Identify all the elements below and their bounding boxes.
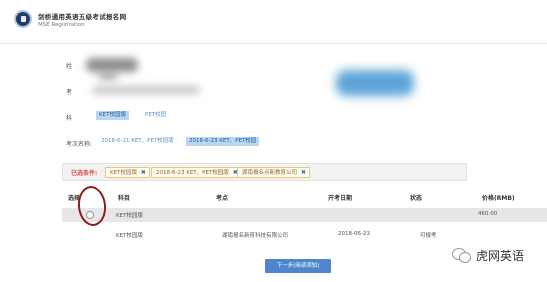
session-label: 考次名称: [66,141,93,148]
filter-chip-subject[interactable]: KET校园版 ✖ [105,167,150,178]
row-site: 湖南报名新育科技有限公司 [222,233,289,239]
row-subject: KET校园版 [116,233,143,239]
filter-bar: 已选条件: KET校园版 ✖ 2018-6-23 KET、PET校园版 ✖ 湖南… [62,163,467,181]
photo-redacted [336,70,414,96]
col-price: 价格(RMB) [482,195,515,202]
site-subtitle: MSE Registration [38,22,85,28]
filter-chip-text: 2018-6-23 KET、PET校园版 [156,170,229,176]
name-redacted [86,58,138,72]
subject-label: 科 [66,115,73,122]
row-date: 2018-06-23 [338,231,370,237]
watermark-text: 虎网英语 [476,249,525,263]
table-row[interactable]: KET校园版 460.00 [62,208,547,222]
site-logo-icon [14,10,32,28]
id-redacted [92,86,200,94]
id-label: 考 [66,89,73,96]
col-date: 开考日期 [328,195,353,202]
subject-option-pet[interactable]: PET校园 [142,111,169,120]
row-price: 460.00 [478,211,498,217]
col-subject: 科目 [118,195,131,202]
filter-chip-text: KET校园版 [110,170,137,176]
remove-icon[interactable]: ✖ [141,168,146,178]
row-subject: KET校园版 [116,213,143,219]
filter-chip-site[interactable]: 湖南报名点新教育公司 ✖ [237,167,311,178]
next-step-button[interactable]: 下一步(阅读须知) [265,259,331,273]
name-label: 姓 [66,63,73,70]
name-redacted-2 [98,72,118,80]
filter-chip-text: 湖南报名点新教育公司 [242,170,298,176]
table-row[interactable]: KET校园版 湖南报名新育科技有限公司 2018-06-23 可报考 [62,228,547,242]
col-status: 状态 [410,195,423,202]
wechat-icon [452,248,471,263]
session-option-0621[interactable]: 2018-6-21 KET、PET校园版 [98,137,177,146]
remove-icon[interactable]: ✖ [301,168,306,178]
site-header: 剑桥通用英语五级考试报名网 MSE Registration [0,0,547,44]
session-option-0623[interactable]: 2018-6-23 KET、PET校园 [186,137,260,146]
filter-chip-session[interactable]: 2018-6-23 KET、PET校园版 ✖ [151,167,242,178]
filter-label: 已选条件: [71,170,98,177]
site-title: 剑桥通用英语五级考试报名网 [38,13,127,21]
subject-option-ket[interactable]: KET校园版 [96,111,129,120]
col-site: 考点 [216,195,229,202]
row-status: 可报考 [420,233,437,239]
